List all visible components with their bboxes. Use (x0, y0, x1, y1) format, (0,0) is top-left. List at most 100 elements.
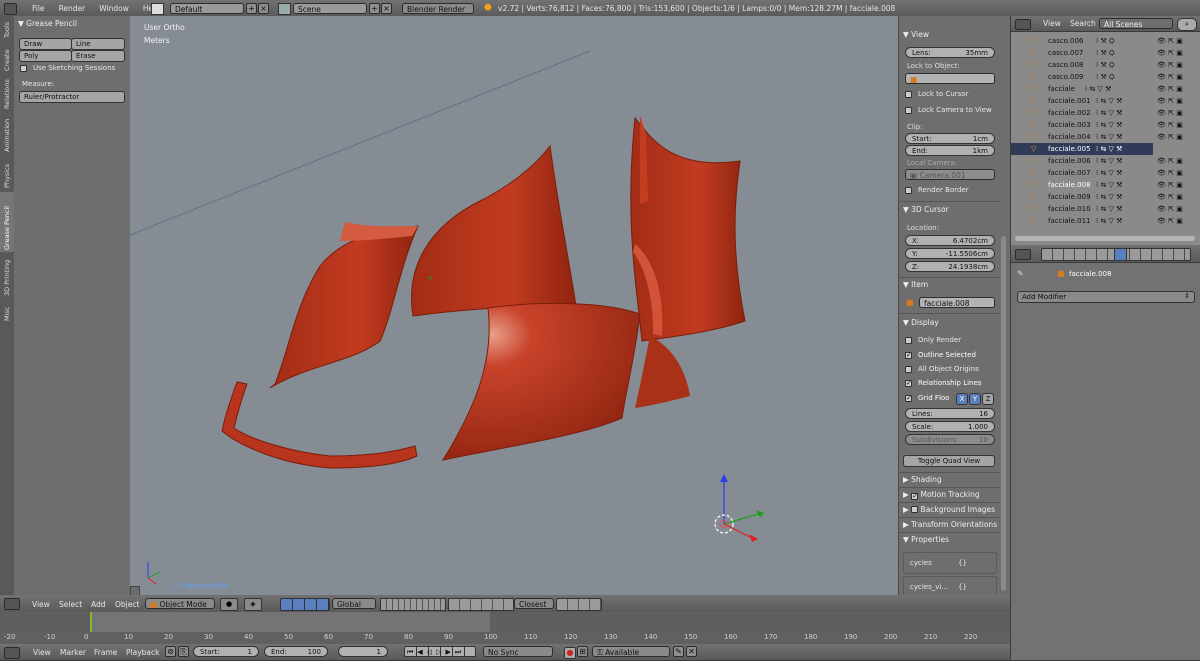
modifier-tab-active[interactable] (1114, 248, 1127, 261)
scene-icon[interactable] (278, 3, 291, 15)
outliner-row[interactable]: ▽ casco.006 ⁞ ⚒ ⛭ 👁 ⇱ ▣ (1011, 35, 1200, 47)
transform-orientations-panel-title[interactable]: ▶ Transform Orientations (903, 520, 997, 529)
layer-buttons-2[interactable] (448, 598, 514, 611)
outliner-row[interactable]: ▽ facciale.004 ⁞ ⇆ ▽ ⚒ 👁 ⇱ ▣ (1011, 131, 1200, 143)
insert-keyframe-button[interactable]: ✎ (673, 646, 684, 657)
display-panel-title[interactable]: ▼ Display (903, 318, 939, 327)
clip-end-field[interactable]: End: 1km (905, 145, 995, 156)
menu-render[interactable]: Render (59, 4, 86, 13)
viewport-3d[interactable]: User Ortho Meters (1) facciale.008 (130, 16, 898, 595)
outliner-editor-icon[interactable] (1015, 19, 1031, 30)
select-menu[interactable]: Select (59, 600, 82, 609)
grid-lines-field[interactable]: Lines: 16 (905, 408, 995, 419)
start-frame-field[interactable]: Start: 1 (193, 646, 259, 657)
relationship-lines-checkbox[interactable]: ✓ (905, 380, 912, 387)
keyframe-mode-icon[interactable]: ⊞ (577, 646, 588, 657)
end-frame-field[interactable]: End: 100 (264, 646, 328, 657)
grid-floor-checkbox[interactable]: ✓ (905, 395, 912, 402)
pin-icon[interactable]: ✎ (1017, 269, 1024, 278)
delete-scene-button[interactable]: × (381, 3, 392, 14)
erase-button[interactable]: Erase (71, 50, 125, 62)
custom-prop-cycles[interactable]: cycles {} (903, 552, 997, 574)
outliner-row[interactable]: ▽ facciale.001 ⁞ ⇆ ▽ ⚒ 👁 ⇱ ▣ (1011, 95, 1200, 107)
only-render-checkbox[interactable] (905, 337, 912, 344)
tab-create[interactable]: Create (3, 49, 11, 71)
toggle-quad-view-button[interactable]: Toggle Quad View (903, 455, 995, 467)
grease-pencil-panel-title[interactable]: ▼ Grease Pencil (18, 19, 77, 28)
tab-physics[interactable]: Physics (3, 164, 11, 188)
tab-3d-printing[interactable]: 3D Printing (3, 260, 11, 296)
grid-scale-field[interactable]: Scale: 1.000 (905, 421, 995, 432)
lock-range-toggle[interactable]: ⎘ (178, 646, 189, 657)
line-button[interactable]: Line (71, 38, 125, 50)
clip-start-field[interactable]: Start: 1cm (905, 133, 995, 144)
search-icon[interactable]: ⌕ (1177, 18, 1197, 31)
item-panel-title[interactable]: ▼ Item (903, 280, 928, 289)
outline-selected-checkbox[interactable]: ✓ (905, 352, 912, 359)
pivot-point-icon[interactable]: ◈ (244, 598, 262, 611)
background-images-panel-title[interactable]: ▶ Background Images (903, 505, 995, 514)
scene-field[interactable]: Scene (293, 3, 367, 14)
lock-camera-checkbox[interactable] (905, 107, 912, 114)
preview-range-toggle[interactable]: ⊚ (165, 646, 176, 657)
axis-z-toggle[interactable]: Z (982, 393, 994, 405)
view-panel-title[interactable]: ▼ View (903, 30, 929, 39)
outliner-row[interactable]: ▽ casco.009 ⁞ ⚒ ⛭ 👁 ⇱ ▣ (1011, 71, 1200, 83)
lock-cursor-checkbox[interactable] (905, 91, 912, 98)
menu-window[interactable]: Window (99, 4, 129, 13)
playback-controls[interactable]: ⏮◀◁▷▶⏭ (404, 646, 476, 657)
outliner-view-menu[interactable]: View (1043, 19, 1061, 28)
timeline-editor-icon[interactable] (4, 647, 20, 659)
lens-field[interactable]: Lens: 35mm (905, 47, 995, 58)
render-border-checkbox[interactable] (905, 187, 912, 194)
all-origins-checkbox[interactable] (905, 366, 912, 373)
add-modifier-dropdown[interactable]: Add Modifier ⇕ (1017, 291, 1195, 303)
outliner-row[interactable]: ▽ facciale.011 ⁞ ⇆ ▽ ⚒ 👁 ⇱ ▣ (1011, 215, 1200, 227)
timeline[interactable] (0, 612, 1010, 644)
motion-tracking-panel-title[interactable]: ▶ ✓ Motion Tracking (903, 490, 980, 500)
local-camera-field[interactable]: ▣ Camera.001 (905, 169, 995, 180)
outliner-row[interactable]: ▽ facciale.008 ⁞ ⇆ ▽ ⚒ 👁 ⇱ ▣ (1011, 179, 1200, 191)
panel-drag-handle[interactable]: ∷ (116, 17, 121, 26)
properties-panel-title[interactable]: ▼ Properties (903, 535, 949, 544)
keying-set-select[interactable]: ⚿ Available (592, 646, 670, 657)
motion-tracking-checkbox[interactable]: ✓ (911, 493, 919, 500)
screen-layout-icon[interactable] (151, 3, 164, 15)
outliner-row[interactable]: ▽ facciale.007 ⁞ ⇆ ▽ ⚒ 👁 ⇱ ▣ (1011, 167, 1200, 179)
ruler-button[interactable]: Ruler/Protractor (19, 91, 125, 103)
cursor-x-field[interactable]: X: 6.4702cm (905, 235, 995, 246)
info-editor-icon[interactable] (4, 3, 17, 15)
outliner-row[interactable]: ▽ casco.008 ⁞ ⚒ ⛭ 👁 ⇱ ▣ (1011, 59, 1200, 71)
properties-editor-icon[interactable] (1015, 249, 1031, 260)
outliner-row[interactable]: ▽ facciale.010 ⁞ ⇆ ▽ ⚒ 👁 ⇱ ▣ (1011, 203, 1200, 215)
marker-menu[interactable]: Marker (60, 648, 86, 657)
layer-buttons[interactable] (380, 598, 446, 611)
cursor-panel-title[interactable]: ▼ 3D Cursor (903, 205, 949, 214)
tab-grease-pencil[interactable]: Grease Pencil (3, 206, 11, 250)
outliner-row[interactable]: ▽ facciale ⁞ ⇆ ▽ ⚒ 👁 ⇱ ▣ (1011, 83, 1200, 95)
outliner-row[interactable]: ▽ facciale.009 ⁞ ⇆ ▽ ⚒ 👁 ⇱ ▣ (1011, 191, 1200, 203)
menu-file[interactable]: File (32, 4, 45, 13)
record-button[interactable]: ● (564, 647, 576, 659)
manipulator-toggles[interactable] (280, 598, 330, 611)
mode-select[interactable]: ■ Object Mode (145, 598, 215, 609)
background-images-checkbox[interactable] (911, 506, 919, 513)
cursor-y-field[interactable]: Y: -11.5506cm (905, 248, 995, 259)
panel-scrollbar[interactable] (1001, 236, 1006, 591)
sketching-checkbox[interactable] (20, 65, 27, 72)
add-menu[interactable]: Add (91, 600, 106, 609)
axis-y-toggle[interactable]: Y (969, 393, 981, 405)
outliner-scrollbar[interactable] (1015, 236, 1195, 241)
frame-menu[interactable]: Frame (94, 648, 117, 657)
lock-object-field[interactable]: ■ (905, 73, 995, 84)
item-name-field[interactable]: facciale.008 (919, 297, 995, 308)
current-frame-marker[interactable] (90, 612, 92, 632)
screen-layout-field[interactable]: Default (170, 3, 244, 14)
draw-button[interactable]: Draw (19, 38, 72, 50)
outliner-row[interactable]: ▽ facciale.006 ⁞ ⇆ ▽ ⚒ 👁 ⇱ ▣ (1011, 155, 1200, 167)
shading-panel-title[interactable]: ▶ Shading (903, 475, 942, 484)
tab-tools[interactable]: Tools (3, 22, 11, 38)
tab-relations[interactable]: Relations (3, 79, 11, 109)
transform-orientation-select[interactable]: Global (332, 598, 376, 609)
viewport-corner-handle[interactable] (130, 586, 140, 595)
